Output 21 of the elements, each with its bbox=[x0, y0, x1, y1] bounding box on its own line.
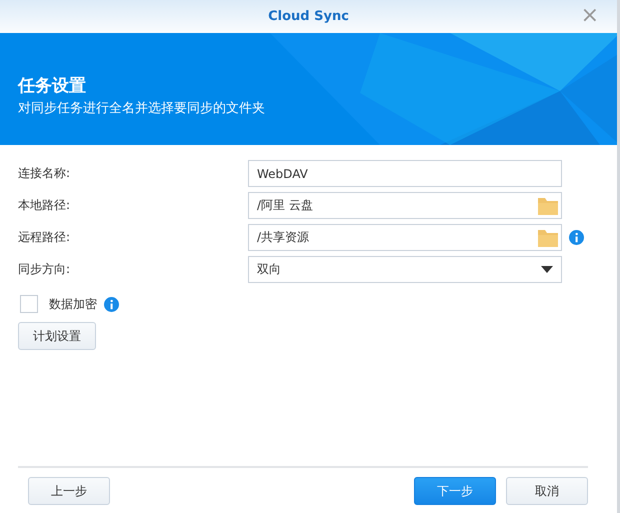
back-button[interactable]: 上一步 bbox=[28, 477, 110, 505]
window-title: Cloud Sync bbox=[268, 9, 349, 24]
folder-icon[interactable] bbox=[537, 228, 559, 248]
field-label: 连接名称: bbox=[18, 165, 72, 182]
checkbox[interactable] bbox=[20, 295, 38, 313]
folder-icon[interactable] bbox=[537, 196, 559, 216]
field-label: 本地路径: bbox=[18, 197, 72, 214]
input-field[interactable]: /阿里 云盘 bbox=[248, 192, 562, 219]
cancel-button[interactable]: 取消 bbox=[506, 477, 588, 505]
checkbox-label: 数据加密 bbox=[49, 296, 97, 312]
input-field[interactable]: /共享资源 bbox=[248, 224, 562, 251]
dropdown[interactable]: 双向 bbox=[248, 256, 562, 283]
info-icon[interactable] bbox=[569, 230, 584, 245]
input-field[interactable]: WebDAV bbox=[248, 160, 562, 187]
field-label: 远程路径: bbox=[18, 229, 72, 246]
caret-icon bbox=[541, 266, 553, 273]
page-title: 任务设置 bbox=[18, 74, 87, 96]
info-icon[interactable] bbox=[104, 296, 119, 312]
schedule-button[interactable]: 计划设置 bbox=[18, 322, 96, 350]
field-label: 同步方向: bbox=[18, 261, 72, 278]
page-subtitle: 对同步任务进行全名并选择要同步的文件夹 bbox=[18, 100, 265, 116]
